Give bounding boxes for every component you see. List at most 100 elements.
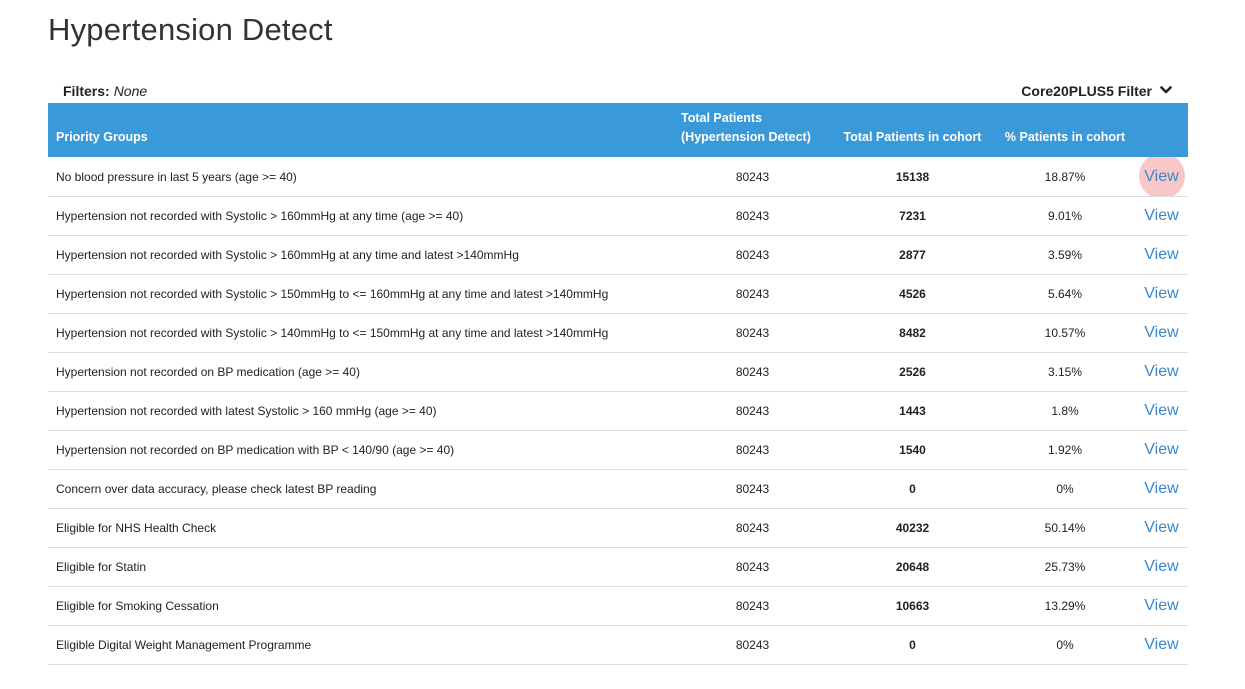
filters-summary: Filters: None <box>63 83 147 99</box>
action-cell: View <box>1135 391 1188 430</box>
view-link[interactable]: View <box>1144 168 1178 186</box>
priority-group-cell: Hypertension not recorded with Systolic … <box>56 247 519 262</box>
priority-group-cell: Eligible for NHS Health Check <box>56 520 217 535</box>
priority-group-cell: Hypertension not recorded with latest Sy… <box>56 403 437 418</box>
action-cell: View <box>1135 274 1188 313</box>
header-total-in-cohort: Total Patients in cohort <box>843 130 982 144</box>
total-patients-cell: 80243 <box>735 403 770 418</box>
cohort-percent-cell: 0% <box>1056 637 1074 652</box>
view-link[interactable]: View <box>1144 363 1178 381</box>
action-cell: View <box>1135 157 1188 196</box>
total-patients-cell: 80243 <box>735 598 770 613</box>
table-row: Concern over data accuracy, please check… <box>48 469 1188 508</box>
cohort-count-cell: 20648 <box>895 559 930 574</box>
priority-group-cell: Hypertension not recorded with Systolic … <box>56 208 464 223</box>
table-row: Hypertension not recorded on BP medicati… <box>48 352 1188 391</box>
table-row: Hypertension not recorded with Systolic … <box>48 313 1188 352</box>
table-row: Eligible Digital Weight Management Progr… <box>48 625 1188 664</box>
cohort-count-cell: 2877 <box>899 247 926 262</box>
total-patients-cell: 80243 <box>735 170 770 185</box>
header-actions <box>1135 103 1188 157</box>
table-header-row: Priority Groups Total Patients (Hyperten… <box>48 103 1188 157</box>
action-cell: View <box>1135 196 1188 235</box>
header-total-patients-line2: (Hypertension Detect) <box>681 130 811 144</box>
action-cell: View <box>1135 625 1188 664</box>
action-cell: View <box>1135 235 1188 274</box>
view-link[interactable]: View <box>1144 597 1178 615</box>
cohort-count-cell: 7231 <box>899 208 926 223</box>
total-patients-cell: 80243 <box>735 208 770 223</box>
priority-group-cell: No blood pressure in last 5 years (age >… <box>56 170 297 185</box>
cohort-count-cell: 15138 <box>895 170 930 185</box>
cohort-count-cell: 4526 <box>899 286 926 301</box>
cohort-percent-cell: 10.57% <box>1044 325 1086 340</box>
core20plus5-filter-dropdown[interactable]: Core20PLUS5 Filter <box>1021 83 1172 99</box>
table-row: Eligible for Smoking Cessation 80243 10663… <box>48 586 1188 625</box>
table-row: Hypertension not recorded on BP medicati… <box>48 430 1188 469</box>
cohort-count-cell: 2526 <box>899 364 926 379</box>
action-cell: View <box>1135 547 1188 586</box>
view-link[interactable]: View <box>1144 207 1178 225</box>
total-patients-cell: 80243 <box>735 559 770 574</box>
cohort-percent-cell: 18.87% <box>1044 170 1086 185</box>
view-link[interactable]: View <box>1144 636 1178 654</box>
cohort-percent-cell: 13.29% <box>1044 598 1086 613</box>
table-body: No blood pressure in last 5 years (age >… <box>48 157 1188 664</box>
cohort-count-cell: 10663 <box>895 598 930 613</box>
view-link[interactable]: View <box>1144 480 1178 498</box>
cohort-percent-cell: 3.15% <box>1047 364 1083 379</box>
page: Hypertension Detect Filters: None Core20P… <box>0 0 1245 689</box>
view-link[interactable]: View <box>1144 324 1178 342</box>
priority-group-cell: Eligible Digital Weight Management Progr… <box>56 637 312 652</box>
cohort-percent-cell: 25.73% <box>1044 559 1086 574</box>
total-patients-cell: 80243 <box>735 286 770 301</box>
table-row: Hypertension not recorded with Systolic … <box>48 235 1188 274</box>
header-priority-groups: Priority Groups <box>56 130 148 144</box>
view-link[interactable]: View <box>1144 285 1178 303</box>
cohort-count-cell: 0 <box>909 481 916 496</box>
view-link[interactable]: View <box>1144 519 1178 537</box>
cohort-count-cell: 40232 <box>895 520 930 535</box>
priority-group-cell: Hypertension not recorded with Systolic … <box>56 325 609 340</box>
filter-bar: Filters: None Core20PLUS5 Filter <box>48 78 1188 103</box>
action-cell: View <box>1135 469 1188 508</box>
priority-group-cell: Hypertension not recorded on BP medicati… <box>56 364 360 379</box>
table-row: Hypertension not recorded with latest Sy… <box>48 391 1188 430</box>
core20plus5-filter-label: Core20PLUS5 Filter <box>1021 82 1152 99</box>
table-row: Eligible for NHS Health Check 80243 40232 5… <box>48 508 1188 547</box>
view-link[interactable]: View <box>1144 441 1178 459</box>
table-row: Hypertension not recorded with Systolic … <box>48 196 1188 235</box>
page-title: Hypertension Detect <box>48 12 333 47</box>
cohort-percent-cell: 1.92% <box>1047 442 1083 457</box>
header-total-patients: Total Patients (Hypertension Detect) <box>675 103 830 157</box>
action-cell: View <box>1135 430 1188 469</box>
view-link[interactable]: View <box>1144 246 1178 264</box>
table-row: Hypertension not recorded with Systolic … <box>48 274 1188 313</box>
chevron-down-icon <box>1160 86 1172 94</box>
action-cell: View <box>1135 313 1188 352</box>
priority-group-cell: Concern over data accuracy, please check… <box>56 481 377 496</box>
total-patients-cell: 80243 <box>735 364 770 379</box>
table-row: Eligible for Statin 80243 20648 25.73% View <box>48 547 1188 586</box>
cohort-percent-cell: 50.14% <box>1044 520 1086 535</box>
view-link[interactable]: View <box>1144 402 1178 420</box>
cohort-percent-cell: 5.64% <box>1047 286 1083 301</box>
cohort-count-cell: 1540 <box>899 442 926 457</box>
view-link[interactable]: View <box>1144 558 1178 576</box>
priority-groups-table: Priority Groups Total Patients (Hyperten… <box>48 103 1188 665</box>
action-cell: View <box>1135 586 1188 625</box>
total-patients-cell: 80243 <box>735 442 770 457</box>
header-total-patients-line1: Total Patients <box>681 111 763 125</box>
total-patients-cell: 80243 <box>735 637 770 652</box>
cohort-count-cell: 8482 <box>899 325 926 340</box>
action-cell: View <box>1135 508 1188 547</box>
cohort-percent-cell: 9.01% <box>1047 208 1083 223</box>
filters-value: None <box>113 82 148 99</box>
priority-group-cell: Eligible for Smoking Cessation <box>56 598 219 613</box>
cohort-count-cell: 0 <box>909 637 916 652</box>
total-patients-cell: 80243 <box>735 247 770 262</box>
total-patients-cell: 80243 <box>735 481 770 496</box>
total-patients-cell: 80243 <box>735 520 770 535</box>
table-row: No blood pressure in last 5 years (age >… <box>48 157 1188 196</box>
cohort-percent-cell: 3.59% <box>1047 247 1083 262</box>
